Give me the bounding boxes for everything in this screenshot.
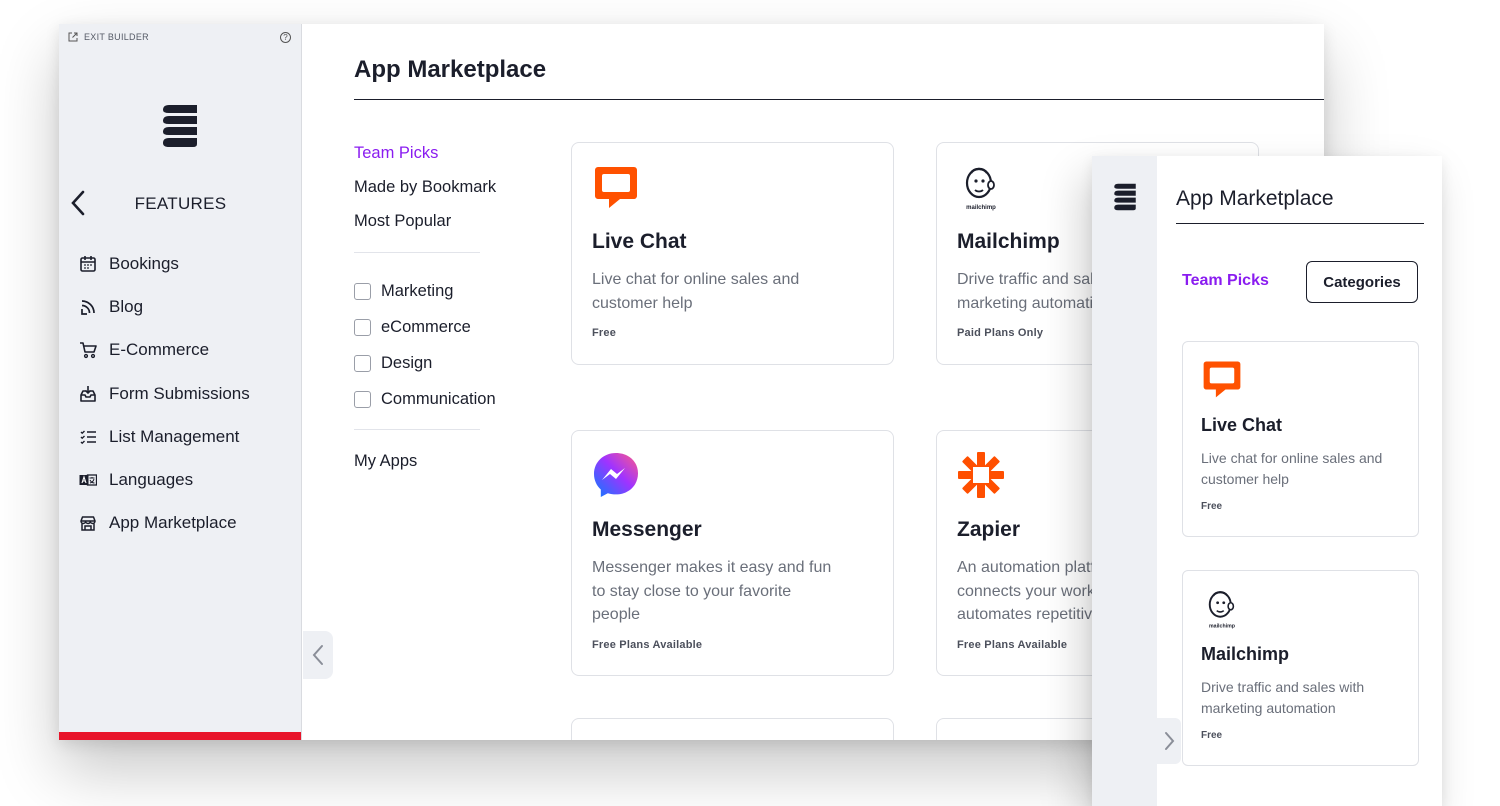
store-icon xyxy=(80,516,96,532)
chevron-left-icon xyxy=(312,645,323,665)
filter-most-popular[interactable]: Most Popular xyxy=(354,210,534,244)
calendar-icon xyxy=(80,255,96,272)
mobile-app-card-live-chat[interactable]: Live Chat Live chat for online sales and… xyxy=(1182,341,1419,537)
sidebar-item-label: Bookings xyxy=(109,253,179,273)
rss-icon xyxy=(81,300,95,315)
category-communication[interactable]: Communication xyxy=(354,381,534,417)
app-description: Live chat for online sales and customer … xyxy=(592,271,800,312)
mobile-page-title: App Marketplace xyxy=(1176,187,1334,210)
mailchimp-wordmark: mailchimp xyxy=(966,205,996,211)
filter-team-picks[interactable]: Team Picks xyxy=(354,142,534,176)
sidebar-item-ecommerce[interactable]: E-Commerce xyxy=(79,329,250,372)
category-label: Marketing xyxy=(381,281,454,300)
collapse-sidebar-button[interactable] xyxy=(303,631,333,679)
app-name: Live Chat xyxy=(592,230,687,253)
sidebar-item-blog[interactable]: Blog xyxy=(79,285,250,328)
title-divider xyxy=(354,99,1324,100)
bookmark-logo-icon xyxy=(1114,183,1136,211)
sidebar-item-label: List Management xyxy=(109,426,240,446)
app-price: Free Plans Available xyxy=(592,638,703,651)
page-title: App Marketplace xyxy=(354,56,547,83)
filter-divider xyxy=(354,429,480,430)
app-price: Free xyxy=(1201,730,1223,741)
sidebar-item-label: Blog xyxy=(109,296,144,316)
sidebar-item-bookings[interactable]: Bookings xyxy=(79,242,250,285)
category-label: eCommerce xyxy=(381,317,471,336)
sidebar-item-form-submissions[interactable]: Form Submissions xyxy=(79,372,250,415)
sidebar-item-app-marketplace[interactable]: App Marketplace xyxy=(79,502,250,545)
features-heading: FEATURES xyxy=(134,194,227,213)
filter-panel: Team Picks Made by Bookmark Most Popular… xyxy=(354,142,534,484)
builder-status-bar xyxy=(59,732,302,740)
sidebar: EXIT BUILDER ? FEATURES Bookings Blog E-… xyxy=(59,24,302,740)
list-icon xyxy=(80,430,96,445)
expand-sidebar-button[interactable] xyxy=(1157,718,1181,764)
app-card-messenger[interactable]: Messenger Messenger makes it easy and fu… xyxy=(571,430,894,676)
checkbox[interactable] xyxy=(354,318,371,336)
app-name: Messenger xyxy=(592,518,702,541)
app-price: Free xyxy=(592,327,617,339)
checkbox[interactable] xyxy=(354,282,371,300)
checkbox[interactable] xyxy=(354,390,371,408)
messenger-icon xyxy=(594,453,638,497)
category-ecommerce[interactable]: eCommerce xyxy=(354,309,534,345)
mobile-title-divider xyxy=(1176,223,1424,224)
sidebar-nav: Bookings Blog E-Commerce Form Submission… xyxy=(79,242,250,545)
filter-made-by-bookmark[interactable]: Made by Bookmark xyxy=(354,176,534,210)
category-label: Communication xyxy=(381,389,496,408)
sidebar-item-label: Form Submissions xyxy=(109,383,250,403)
sidebar-divider xyxy=(301,24,302,740)
external-link-icon xyxy=(68,32,78,42)
mobile-app-card-mailchimp[interactable]: mailchimp Mailchimp Drive traffic and sa… xyxy=(1182,570,1419,766)
app-name: Mailchimp xyxy=(1201,644,1290,664)
mobile-window: App Marketplace Team Picks Categories Li… xyxy=(1092,156,1442,806)
sidebar-item-languages[interactable]: Languages xyxy=(79,458,250,501)
app-description: Drive traffic and sales with marketing a… xyxy=(1201,679,1365,716)
bookmark-logo-icon xyxy=(163,105,197,147)
live-chat-icon xyxy=(595,167,637,208)
exit-builder-link[interactable]: EXIT BUILDER xyxy=(68,32,149,42)
filter-my-apps[interactable]: My Apps xyxy=(354,450,534,484)
app-card[interactable] xyxy=(571,718,894,740)
category-label: Design xyxy=(381,353,433,372)
sidebar-item-label: Languages xyxy=(109,470,194,490)
mailchimp-icon: mailchimp xyxy=(1208,591,1235,629)
exit-builder-label: EXIT BUILDER xyxy=(84,32,149,42)
app-card-live-chat[interactable]: Live Chat Live chat for online sales and… xyxy=(571,142,894,365)
chevron-right-icon xyxy=(1165,732,1175,750)
checkbox[interactable] xyxy=(354,354,371,372)
mailchimp-icon: mailchimp xyxy=(965,167,996,211)
category-design[interactable]: Design xyxy=(354,345,534,381)
filter-divider xyxy=(354,252,480,253)
help-icon[interactable]: ? xyxy=(280,32,291,43)
categories-button[interactable]: Categories xyxy=(1306,261,1418,303)
translate-icon xyxy=(79,474,97,486)
mailchimp-wordmark: mailchimp xyxy=(1209,623,1235,629)
live-chat-icon xyxy=(1203,361,1241,398)
app-description: Live chat for online sales and customer … xyxy=(1201,450,1383,487)
cart-icon xyxy=(80,342,97,359)
app-price: Free xyxy=(1201,501,1223,512)
inbox-icon xyxy=(80,385,96,402)
sidebar-item-label: App Marketplace xyxy=(109,513,237,533)
sidebar-item-list-management[interactable]: List Management xyxy=(79,415,250,458)
app-description: Messenger makes it easy and fun to stay … xyxy=(592,559,832,623)
sidebar-item-label: E-Commerce xyxy=(109,340,210,360)
zapier-icon xyxy=(958,452,1004,498)
mobile-filter-team-picks[interactable]: Team Picks xyxy=(1182,272,1269,290)
mobile-sidebar xyxy=(1092,156,1157,806)
category-marketing[interactable]: Marketing xyxy=(354,273,534,309)
app-name: Live Chat xyxy=(1201,415,1283,435)
